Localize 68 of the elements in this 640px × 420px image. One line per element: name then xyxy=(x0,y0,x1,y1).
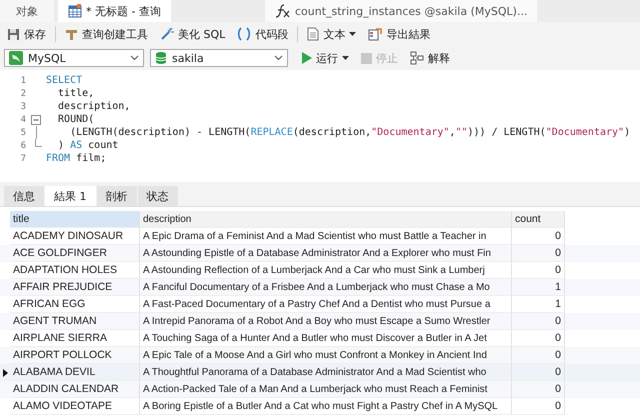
document-tab[interactable]: count_string_instances @sakila (MySQL)... xyxy=(264,0,538,22)
line-number: 5 xyxy=(20,128,26,138)
play-icon xyxy=(301,52,312,64)
export-icon xyxy=(368,27,382,41)
line-number: 2 xyxy=(20,88,26,98)
line-number: 1 xyxy=(20,76,26,86)
table-icon xyxy=(68,4,82,18)
collapse-icon[interactable] xyxy=(31,114,41,124)
table-cell: ALADDIN CALENDAR xyxy=(10,381,140,398)
table-cell: AGENT TRUMAN xyxy=(10,313,140,330)
parentheses-icon xyxy=(237,27,252,41)
table-cell: 0 xyxy=(512,381,565,398)
line-number: 4 xyxy=(20,114,26,124)
column-header[interactable]: title xyxy=(10,211,140,228)
code-line: description, xyxy=(57,101,130,112)
code-line: title, xyxy=(57,88,94,99)
diagram-icon xyxy=(410,51,424,65)
table-cell: A Boring Epistle of a Butler And a Cat who must Fight a Pastry Chef in A MySQL xyxy=(140,398,512,415)
table-cell: ACE GOLDFINGER xyxy=(10,245,140,262)
table-cell: 0 xyxy=(512,398,565,415)
code-line: SELECT xyxy=(46,75,82,86)
builder-icon xyxy=(65,28,78,40)
toolbar-button[interactable]: 美化 SQL xyxy=(157,24,228,44)
code-line: ) AS count xyxy=(57,140,118,151)
document-tab[interactable]: * 无标题 - 查询 xyxy=(58,0,171,22)
code-line: (LENGTH(description) - LENGTH(REPLACE(description,"Documentary",""))) / LENGTH("Documentary") xyxy=(69,127,630,138)
document-tab[interactable]: 对象 xyxy=(0,0,54,22)
line-number: 6 xyxy=(20,140,26,150)
caret-icon xyxy=(349,32,356,36)
code-line: FROM film; xyxy=(46,153,106,164)
floppy-icon xyxy=(7,28,20,40)
column-header[interactable]: count xyxy=(512,211,565,228)
caret-icon xyxy=(342,56,349,60)
table-cell: ALAMO VIDEOTAPE xyxy=(10,398,140,415)
table-cell: 1 xyxy=(512,279,565,296)
dolphin-icon xyxy=(9,51,23,65)
table-cell: AFFAIR PREJUDICE xyxy=(10,279,140,296)
database-select[interactable]: sakila xyxy=(150,49,288,67)
wand-icon xyxy=(160,27,174,41)
toolbar-button[interactable]: 导出結果 xyxy=(365,24,434,44)
table-cell: A Fanciful Documentary of a Frisbee And a Lumberjack who must Chase a Mo xyxy=(140,279,512,296)
result-tab[interactable]: 結果 1 xyxy=(45,186,96,206)
table-cell: A Action-Packed Tale of a Man And a Lumberjack who must Reach a Feminist xyxy=(140,381,512,398)
table-cell: 0 xyxy=(512,245,565,262)
result-tab[interactable]: 状态 xyxy=(138,186,178,206)
connection-select[interactable]: MySQL xyxy=(4,49,144,67)
toolbar-button[interactable]: 代码段 xyxy=(234,24,292,44)
table-cell: 0 xyxy=(512,313,565,330)
result-tab[interactable]: 剖析 xyxy=(96,186,136,206)
table-cell: A Astounding Epistle of a Database Administrator And a Explorer who must Fin xyxy=(140,245,512,262)
line-number: 3 xyxy=(20,102,26,112)
toolbar-button[interactable]: 查询创建工具 xyxy=(62,24,151,44)
function-icon xyxy=(274,4,291,18)
toolbar-button[interactable]: 解释 xyxy=(407,48,453,68)
database-icon xyxy=(155,51,167,65)
document-icon xyxy=(307,27,320,41)
line-number: 7 xyxy=(20,154,26,164)
chevron-icon xyxy=(274,55,283,61)
result-tab[interactable]: 信息 xyxy=(4,186,44,206)
code-line: ROUND( xyxy=(57,114,94,125)
toolbar-button[interactable]: 保存 xyxy=(4,24,49,44)
column-header[interactable]: description xyxy=(140,211,512,228)
toolbar-button[interactable]: 文本 xyxy=(304,24,360,44)
toolbar-button[interactable]: 运行 xyxy=(298,48,352,68)
chevron-icon xyxy=(130,55,139,61)
table-cell: A Intrepid Panorama of a Robot And a Boy who must Escape a Sumo Wrestler xyxy=(140,313,512,330)
row-pointer-icon xyxy=(2,368,8,376)
stop-icon xyxy=(361,52,372,64)
